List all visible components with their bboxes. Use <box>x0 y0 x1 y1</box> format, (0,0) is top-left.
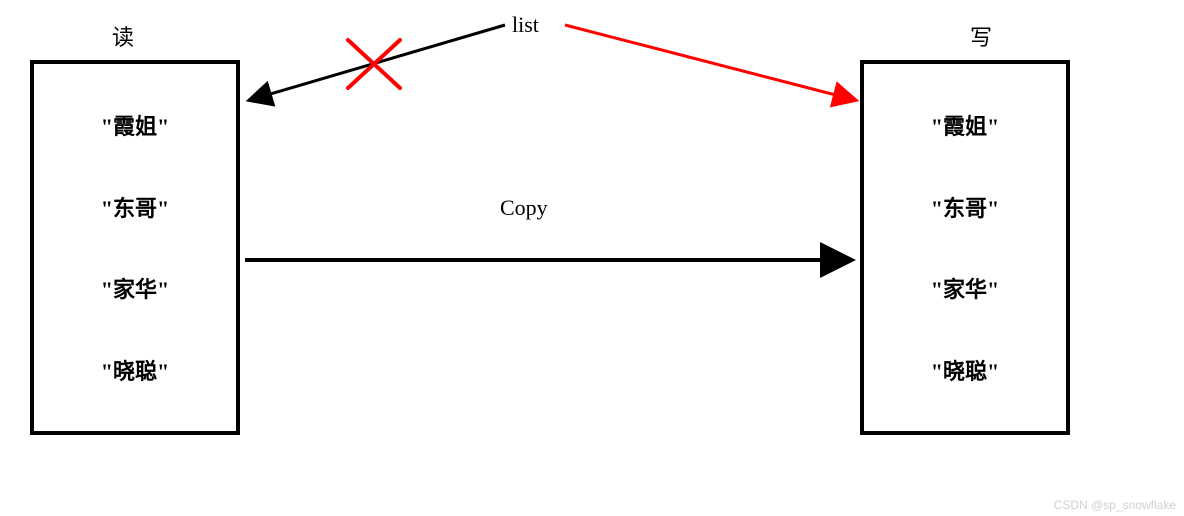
label-write: 写 <box>970 20 992 52</box>
list-item: "东哥" <box>931 191 999 223</box>
arrow-list-to-read <box>250 25 505 100</box>
list-item: "家华" <box>931 272 999 304</box>
label-read: 读 <box>112 20 134 52</box>
watermark: CSDN @sp_snowflake <box>1054 498 1176 512</box>
list-item: "晓聪" <box>101 354 169 386</box>
list-item: "东哥" <box>101 191 169 223</box>
list-item: "家华" <box>101 272 169 304</box>
list-item: "霞姐" <box>101 109 169 141</box>
label-copy: Copy <box>500 195 548 221</box>
write-list-box: "霞姐" "东哥" "家华" "晓聪" <box>860 60 1070 435</box>
label-list: list <box>512 12 539 38</box>
read-list-box: "霞姐" "东哥" "家华" "晓聪" <box>30 60 240 435</box>
arrow-list-to-write <box>565 25 855 100</box>
list-item: "霞姐" <box>931 109 999 141</box>
list-item: "晓聪" <box>931 354 999 386</box>
x-mark-icon <box>348 40 400 88</box>
